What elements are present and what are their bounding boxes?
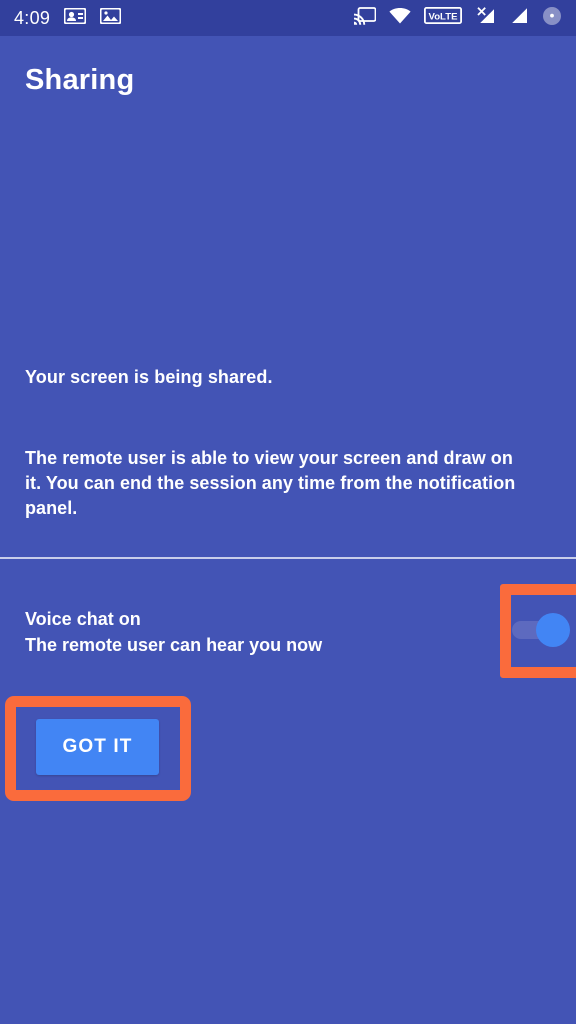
status-bar-clock: 4:09: [14, 7, 51, 28]
voice-chat-title: Voice chat on: [25, 609, 141, 629]
highlight-box-toggle: [500, 584, 576, 678]
status-bar-right: VoLTE: [354, 6, 562, 31]
voice-chat-subtitle: The remote user can hear you now: [25, 635, 323, 655]
volte-icon: VoLTE: [423, 6, 463, 29]
sharing-description: The remote user is able to view your scr…: [25, 448, 516, 518]
got-it-button[interactable]: GOT IT: [36, 719, 159, 775]
voice-chat-row: Voice chat on The remote user can hear y…: [25, 606, 465, 658]
signal-no-service-icon: [475, 6, 497, 30]
image-icon: [99, 7, 122, 29]
signal-bars-icon: [510, 7, 529, 29]
cast-icon: [354, 6, 377, 30]
status-bar: 4:09 VoLTE: [0, 0, 576, 36]
sharing-headline: Your screen is being shared.: [25, 367, 273, 387]
section-divider: [0, 557, 576, 559]
contact-card-icon: [63, 7, 87, 29]
wifi-icon: [389, 7, 411, 29]
battery-icon: [542, 6, 562, 31]
status-bar-left: 4:09: [14, 7, 122, 29]
svg-text:VoLTE: VoLTE: [429, 11, 459, 22]
page-title: Sharing: [25, 64, 135, 96]
